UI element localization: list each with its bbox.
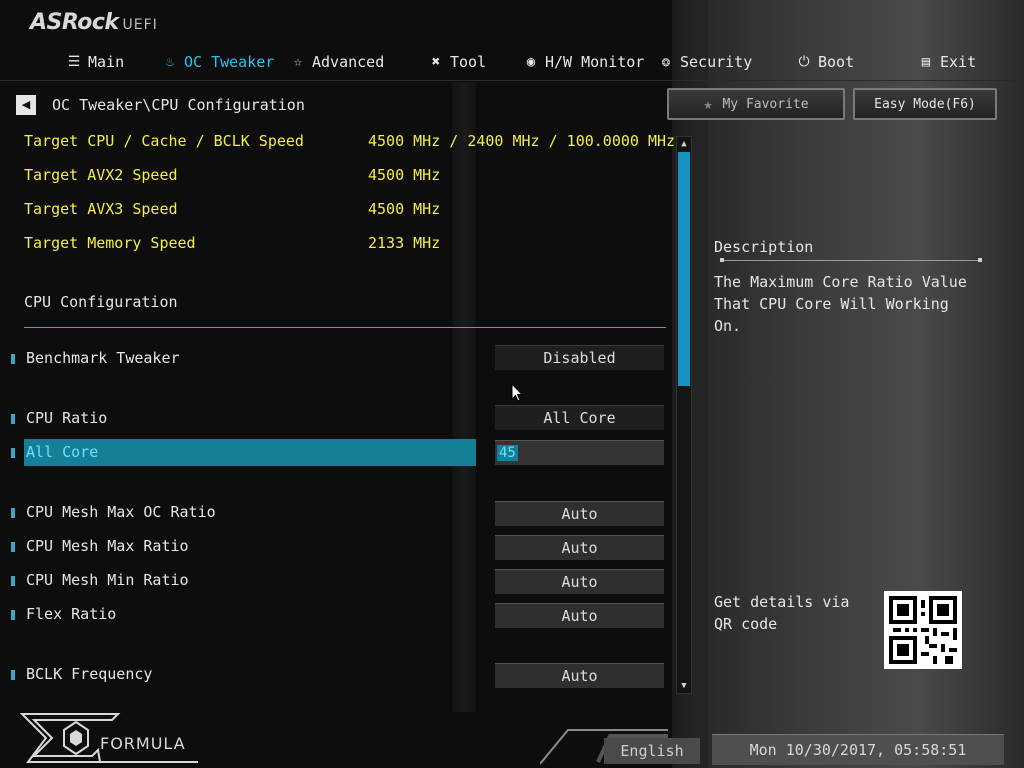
tools-icon: ✖ <box>431 54 441 70</box>
row-marker-icon <box>11 354 15 364</box>
list-icon: ☰ <box>67 54 81 70</box>
tab-hw-monitor-label: H/W Monitor <box>545 53 645 71</box>
target-memory-label: Target Memory Speed <box>24 234 196 252</box>
cpu-mesh-min-ratio-value[interactable]: Auto <box>495 569 664 594</box>
my-favorite-label: My Favorite <box>722 96 809 112</box>
cpu-ratio-value[interactable]: All Core <box>495 405 664 430</box>
row-marker-icon <box>11 610 15 620</box>
tab-main[interactable]: ☰ Main <box>66 52 124 72</box>
tab-boot-label: Boot <box>818 53 855 71</box>
tab-boot[interactable]: ⏻ Boot <box>796 52 854 72</box>
brand-name: ASRock <box>30 10 119 35</box>
exit-door-icon: ▤ <box>921 54 931 70</box>
setting-cpu-mesh-max-oc-ratio[interactable]: CPU Mesh Max OC Ratio <box>26 503 216 521</box>
section-title: CPU Configuration <box>24 293 178 311</box>
all-core-input[interactable]: 45 <box>495 440 664 465</box>
language-button[interactable]: English <box>604 738 700 764</box>
monitor-gauge-icon: ◉ <box>526 54 536 70</box>
tab-oc-tweaker-label: OC Tweaker <box>184 53 275 71</box>
tab-hw-monitor[interactable]: ◉ H/W Monitor <box>523 52 645 72</box>
system-clock: Mon 10/30/2017, 05:58:51 <box>712 734 1004 765</box>
setting-bclk-frequency[interactable]: BCLK Frequency <box>26 665 152 683</box>
target-avx2-label: Target AVX2 Speed <box>24 166 178 184</box>
setting-cpu-ratio[interactable]: CPU Ratio <box>26 409 107 427</box>
section-divider <box>24 327 666 328</box>
flex-ratio-value[interactable]: Auto <box>495 603 664 628</box>
target-cpu-value: 4500 MHz / 2400 MHz / 100.0000 MHz <box>368 132 676 150</box>
my-favorite-button[interactable]: ★ My Favorite <box>667 88 845 120</box>
setting-cpu-mesh-max-ratio[interactable]: CPU Mesh Max Ratio <box>26 537 189 555</box>
target-avx2-value: 4500 MHz <box>368 166 441 184</box>
scroll-up-icon[interactable]: ▲ <box>676 137 692 151</box>
back-button[interactable]: ◀ <box>16 95 36 115</box>
tab-tool-label: Tool <box>450 53 487 71</box>
setting-flex-ratio[interactable]: Flex Ratio <box>26 605 116 623</box>
setting-cpu-mesh-min-ratio[interactable]: CPU Mesh Min Ratio <box>26 571 189 589</box>
target-avx3-value: 4500 MHz <box>368 200 441 218</box>
description-divider <box>720 258 982 262</box>
all-core-value: 45 <box>497 445 518 461</box>
power-icon: ⏻ <box>798 54 810 70</box>
tab-tool[interactable]: ✖ Tool <box>428 52 486 72</box>
row-marker-icon <box>11 576 15 586</box>
tab-main-label: Main <box>88 53 125 71</box>
target-cpu-label: Target CPU / Cache / BCLK Speed <box>24 132 304 150</box>
row-marker-icon <box>11 414 15 424</box>
description-text: The Maximum Core Ratio Value That CPU Co… <box>714 273 967 335</box>
asrock-logo: ASRock UEFI <box>30 10 158 36</box>
flame-icon: ♨ <box>165 54 175 70</box>
brand-suffix: UEFI <box>122 17 158 33</box>
tab-oc-tweaker[interactable]: ♨ OC Tweaker <box>162 52 275 72</box>
shield-icon: ❂ <box>661 54 671 70</box>
row-marker-icon <box>11 670 15 680</box>
scroll-down-icon[interactable]: ▼ <box>676 679 692 693</box>
star-icon: ★ <box>703 95 713 113</box>
target-avx3-label: Target AVX3 Speed <box>24 200 178 218</box>
tab-exit-label: Exit <box>940 53 977 71</box>
left-background-stripe <box>452 82 476 712</box>
tab-security[interactable]: ❂ Security <box>658 52 752 72</box>
formula-label: FORMULA <box>100 734 186 753</box>
row-marker-icon <box>11 508 15 518</box>
row-marker-icon <box>11 448 15 458</box>
cpu-mesh-max-oc-ratio-value[interactable]: Auto <box>495 501 664 526</box>
tab-security-label: Security <box>680 53 753 71</box>
benchmark-tweaker-value[interactable]: Disabled <box>495 345 664 370</box>
star-outline-icon: ☆ <box>293 54 303 70</box>
easy-mode-label: Easy Mode(F6) <box>874 96 976 112</box>
tab-exit[interactable]: ▤ Exit <box>918 52 976 72</box>
cpu-mesh-max-ratio-value[interactable]: Auto <box>495 535 664 560</box>
bclk-frequency-value[interactable]: Auto <box>495 663 664 688</box>
mouse-cursor-icon <box>511 383 523 402</box>
easy-mode-button[interactable]: Easy Mode(F6) <box>853 88 997 120</box>
scrollbar-thumb[interactable] <box>678 152 690 386</box>
target-memory-value: 2133 MHz <box>368 234 441 252</box>
tab-advanced-label: Advanced <box>312 53 385 71</box>
setting-benchmark-tweaker[interactable]: Benchmark Tweaker <box>26 349 180 367</box>
description-title: Description <box>714 238 814 256</box>
row-marker-icon <box>11 542 15 552</box>
setting-all-core[interactable]: All Core <box>26 443 98 461</box>
back-arrow-icon: ◀ <box>21 98 31 111</box>
main-navigation: ☰ Main ♨ OC Tweaker ☆ Advanced ✖ Tool ◉ H/W M… <box>0 44 1024 81</box>
breadcrumb: OC Tweaker\CPU Configuration <box>52 96 305 114</box>
qr-code-icon <box>884 591 962 669</box>
qr-caption: Get details via QR code <box>714 593 850 633</box>
tab-advanced[interactable]: ☆ Advanced <box>290 52 384 72</box>
